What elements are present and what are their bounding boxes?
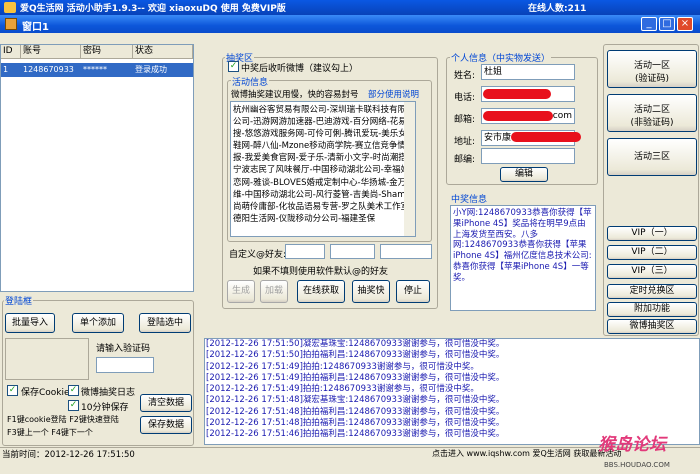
- weibo-log-checkbox[interactable]: ✓: [68, 385, 79, 396]
- custom-follow-input-3[interactable]: [380, 244, 432, 259]
- winners-title: 中奖信息: [450, 192, 489, 205]
- online-get-button[interactable]: 在线获取: [297, 280, 345, 303]
- custom-follow-input-1[interactable]: [285, 244, 325, 259]
- generate-button[interactable]: 生成: [227, 280, 255, 303]
- follow-label: 中奖后收听微博（建议勾上）: [241, 64, 359, 74]
- row-status: 登录成功: [135, 65, 167, 74]
- log-line: [2012-12-26 17:51:48]拍拍福利昌:1248670933谢谢参…: [206, 418, 505, 429]
- winners-text: 小Y网:1248670933恭喜你获得【苹果iPhone 4S】奖品将在明早9点…: [450, 205, 596, 311]
- save-cookie-label: 保存Cookie: [21, 388, 70, 398]
- activity-list-text[interactable]: 杭州幽谷客贸易有限公司-深圳瑞卡联科技有限公司-迅游网游加速器-巴迪游戏-百分网…: [230, 101, 416, 237]
- log-line: [2012-12-26 17:51:49]拍拍:1248670933谢谢参与，很…: [206, 361, 479, 372]
- app-title-bar: 爱Q生活网 活动小助手1.9.3-- 欢迎 xiaoxuDQ 使用 免费VIP版…: [0, 0, 700, 15]
- table-row[interactable]: 1 1248670933 ****** 登录成功: [1, 63, 193, 77]
- maximize-button[interactable]: □: [659, 17, 675, 31]
- lottery-fast-button[interactable]: 抽奖快: [352, 280, 390, 303]
- add-single-button[interactable]: 单个添加: [72, 313, 124, 333]
- weibo-log-label: 微博抽奖日志: [81, 388, 136, 398]
- watermark-url: BBS.HOUDAO.COM: [604, 461, 670, 469]
- phone-label: 电话:: [454, 93, 476, 103]
- log-line: [2012-12-26 17:51:49]拍拍:1248670933谢谢参与，很…: [206, 384, 479, 395]
- save-cookie-checkbox[interactable]: ✓: [7, 385, 18, 396]
- vip-1-button[interactable]: VIP（一）: [607, 226, 697, 241]
- current-time: 当前时间：2012-12-26 17:51:50: [2, 450, 135, 460]
- app-title: 爱Q生活网 活动小助手1.9.3-- 欢迎 xiaoxuDQ 使用 免费VIP版: [20, 4, 286, 14]
- login-group-title: 登陆框: [4, 294, 34, 307]
- activity-zone-3-button[interactable]: 活动三区: [607, 138, 697, 176]
- custom-follow-input-2[interactable]: [330, 244, 375, 259]
- captcha-image: [5, 338, 89, 380]
- login-selected-button[interactable]: 登陆选中: [139, 313, 191, 333]
- clear-data-button[interactable]: 清空数据: [140, 394, 192, 412]
- status-bar: 当前时间：2012-12-26 17:51:50 点击进入 www.iqshw.…: [0, 447, 700, 460]
- log-area[interactable]: [2012-12-26 17:51:50]凝宏基珠宝:1248670933谢谢参…: [204, 338, 700, 445]
- personal-info-title: 个人信息（中实物发送）: [450, 51, 552, 64]
- activity-zone-1-button[interactable]: 活动一区 (验证码): [607, 50, 697, 88]
- account-list-header: ID 账号 密码 状态: [1, 45, 193, 59]
- row-account: 1248670933: [23, 65, 74, 74]
- stop-button[interactable]: 停止: [396, 280, 430, 303]
- row-password: ******: [83, 65, 107, 74]
- address-label: 地址:: [454, 137, 476, 147]
- custom-follow-label: 自定义@好友:: [229, 250, 287, 260]
- column-id[interactable]: ID: [1, 45, 21, 59]
- close-button[interactable]: ×: [677, 17, 693, 31]
- window-title-bar: 窗口1: [0, 15, 700, 33]
- log-line: [2012-12-26 17:51:50]拍拍福利昌:1248670933谢谢参…: [206, 350, 505, 361]
- column-password[interactable]: 密码: [81, 45, 133, 59]
- timed-exchange-button[interactable]: 定时兑换区: [607, 284, 697, 299]
- activity-zone-2-button[interactable]: 活动二区 (非验证码): [607, 94, 697, 132]
- postcode-input[interactable]: [481, 148, 575, 164]
- activity-hint: 微博抽奖建议用慢，快的容易封号: [231, 90, 359, 100]
- app-logo-icon: [4, 2, 16, 13]
- log-line: [2012-12-26 17:51:49]拍拍福利昌:1248670933谢谢参…: [206, 372, 505, 383]
- hotkey-hint-1: F1键cookie登陆 F2键快速登陆: [7, 415, 119, 424]
- minimize-button[interactable]: _: [641, 17, 657, 31]
- column-account[interactable]: 账号: [21, 45, 81, 59]
- activity-group-title: 活动信息: [231, 75, 270, 88]
- usage-link[interactable]: 部分使用说明: [368, 88, 419, 100]
- account-list[interactable]: ID 账号 密码 状态 1 1248670933 ****** 登录成功: [0, 44, 194, 292]
- save-10min-checkbox[interactable]: ✓: [68, 400, 79, 411]
- addon-button[interactable]: 附加功能: [607, 302, 697, 317]
- vip-3-button[interactable]: VIP（三）: [607, 264, 697, 279]
- email-redaction: [483, 111, 553, 121]
- postcode-label: 邮编:: [454, 155, 476, 165]
- load-button[interactable]: 加载: [260, 280, 288, 303]
- hotkey-hint-2: F3键上一个 F4键下一个: [7, 428, 93, 437]
- name-label: 姓名:: [454, 71, 476, 81]
- phone-redaction: [483, 89, 551, 99]
- activity-scrollbar[interactable]: [404, 102, 415, 236]
- save-data-button[interactable]: 保存数据: [140, 416, 192, 434]
- log-line: [2012-12-26 17:51:48]拍拍福利昌:1248670933谢谢参…: [206, 406, 505, 417]
- address-redaction: [511, 132, 581, 142]
- column-status[interactable]: 状态: [133, 45, 193, 59]
- batch-import-button[interactable]: 批量导入: [5, 313, 55, 333]
- log-line: [2012-12-26 17:51:48]凝宏基珠宝:1248670933谢谢参…: [206, 395, 505, 406]
- window-icon: [5, 18, 17, 30]
- online-count: 在线人数:211: [528, 4, 587, 14]
- weibo-lottery-zone-button[interactable]: 微博抽奖区: [607, 319, 697, 334]
- row-id: 1: [3, 65, 9, 74]
- watermark-logo: 猴岛论坛: [598, 435, 666, 455]
- website-link[interactable]: 点击进入 www.iqshw.com 爱Q生活网 获取最新活动: [432, 448, 621, 459]
- vip-2-button[interactable]: VIP（二）: [607, 245, 697, 260]
- log-line: [2012-12-26 17:51:50]凝宏基珠宝:1248670933谢谢参…: [206, 339, 505, 349]
- edit-button[interactable]: 编辑: [500, 167, 548, 182]
- captcha-label: 请输入验证码: [96, 344, 151, 354]
- window-title: 窗口1: [22, 22, 49, 33]
- default-follow-hint: 如果不填则使用软件默认@的好友: [253, 267, 389, 277]
- save-10min-label: 10分钟保存: [81, 403, 129, 413]
- captcha-input[interactable]: [96, 357, 154, 373]
- follow-checkbox[interactable]: ✓: [228, 61, 239, 72]
- email-label: 邮箱:: [454, 115, 476, 125]
- name-input[interactable]: 杜姐: [481, 64, 575, 80]
